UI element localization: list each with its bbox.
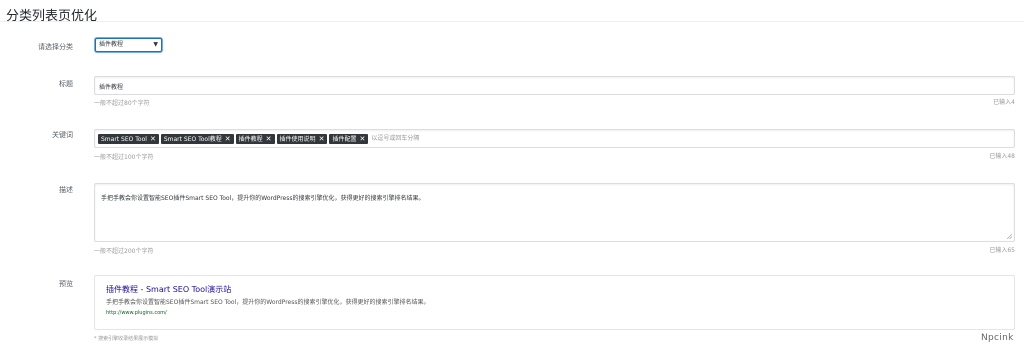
- description-value: 手把手教会你设置智能SEO插件Smart SEO Tool，提升你的WordPr…: [101, 195, 425, 202]
- keyword-tag: Smart SEO Tool ✕: [98, 134, 159, 144]
- category-label: 请选择分类: [38, 43, 73, 51]
- category-selected-value: 插件教程: [99, 41, 124, 48]
- keywords-placeholder[interactable]: 以逗号或回车分隔: [371, 134, 419, 144]
- title-hint: 一般不超过80个字符: [94, 100, 150, 107]
- close-icon[interactable]: ✕: [150, 135, 156, 143]
- title-char-count: 已输入4: [993, 99, 1015, 106]
- keyword-tags: Smart SEO Tool ✕ Smart SEO Tool教程 ✕ 插件教程 ✕ 插件使…: [98, 134, 419, 153]
- keyword-tag-label: 插件使用说明: [279, 136, 316, 143]
- title-input-value: 插件教程: [99, 84, 124, 91]
- keyword-tag: 插件使用说明 ✕: [276, 134, 328, 144]
- preview-description: 手把手教会你设置智能SEO插件Smart SEO Tool，提升你的WordPr…: [106, 299, 430, 306]
- description-label: 描述: [59, 186, 73, 194]
- keyword-tag-label: Smart SEO Tool: [101, 136, 147, 143]
- close-icon[interactable]: ✕: [225, 135, 231, 143]
- preview-label: 预览: [59, 280, 73, 288]
- search-preview-box: 插件教程 - Smart SEO Tool演示站 手把手教会你设置智能SEO插件…: [94, 275, 1015, 330]
- title-label: 标题: [59, 80, 73, 88]
- preview-url: http://www.plugins.com/: [106, 310, 167, 316]
- keyword-tag: 插件教程 ✕: [235, 134, 275, 144]
- title-divider: [0, 21, 1024, 22]
- close-icon[interactable]: ✕: [359, 135, 365, 143]
- description-char-count: 已输入65: [989, 247, 1015, 254]
- keywords-char-count: 已输入48: [989, 153, 1015, 160]
- category-select[interactable]: 插件教程 ▼: [95, 38, 162, 52]
- preview-note: * 搜索引擎收录结果展示模拟: [94, 336, 159, 342]
- keyword-tag: Smart SEO Tool教程 ✕: [160, 134, 234, 144]
- title-input[interactable]: 插件教程: [94, 76, 1015, 95]
- keyword-tag: 插件配置 ✕: [329, 134, 369, 144]
- keyword-tag-label: Smart SEO Tool教程: [163, 136, 222, 143]
- watermark: Npcink: [981, 333, 1014, 343]
- description-hint: 一般不超过200个字符: [94, 248, 154, 255]
- close-icon[interactable]: ✕: [319, 135, 325, 143]
- keyword-tag-label: 插件教程: [238, 136, 263, 143]
- keywords-hint: 一般不超过100个字符: [94, 154, 154, 161]
- chevron-down-icon: ▼: [153, 41, 158, 48]
- keywords-input[interactable]: Smart SEO Tool ✕ Smart SEO Tool教程 ✕ 插件教程 ✕ 插件使…: [94, 129, 1015, 148]
- description-textarea[interactable]: 手把手教会你设置智能SEO插件Smart SEO Tool，提升你的WordPr…: [94, 183, 1015, 242]
- keyword-tag-label: 插件配置: [332, 136, 357, 143]
- close-icon[interactable]: ✕: [266, 135, 272, 143]
- resize-handle-icon[interactable]: [1007, 234, 1012, 239]
- preview-title: 插件教程 - Smart SEO Tool演示站: [106, 285, 232, 294]
- keywords-label: 关键词: [52, 131, 73, 139]
